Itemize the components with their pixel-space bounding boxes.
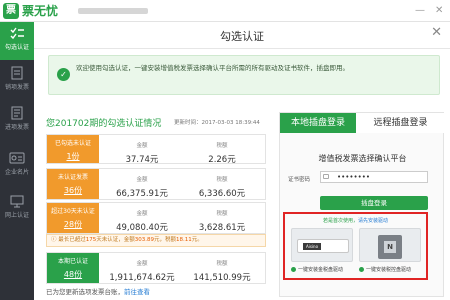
tax-header: 税额 [216,177,228,183]
password-label: 证书密码 [288,177,311,183]
password-input[interactable]: •••••••• [320,171,428,183]
tax-control-device-icon: N [378,235,402,259]
tax-column: 税额 2.26元 [187,135,257,165]
tax-control-disk-card[interactable]: N [359,228,421,262]
amount-column: 金额 49,080.40元 [107,203,177,233]
tab-local-login[interactable]: 本地插盘登录 [280,113,356,133]
business-card-icon [9,152,25,164]
install-driver-link[interactable]: 请先安装驱动 [358,218,388,224]
sidebar-item-label: 企业名片 [4,169,29,176]
invoice-out-icon [11,66,23,80]
sidebar: 勾选认证 销项发票 进项发票 企业名片 网上认证 [0,22,34,300]
welcome-notice: ✓ 欢迎使用勾选认证，一键安装增值税发票选择确认平台所需的所有驱动及证书软件，插… [48,55,440,95]
install-tax-control-driver[interactable]: 一键安装税控盘驱动 [359,266,411,273]
app-logo: 票 [3,3,19,19]
stat-count[interactable]: 36份 [47,186,99,196]
tab-remote-login[interactable]: 远程插盘登录 [356,113,445,133]
view-ledger-link[interactable]: 前往查看 [124,288,150,296]
overdue-warning: ⓘ 最长已超过175天未认证，金额303.89元，税额18.11元。 [46,234,266,247]
blurred-company-name [78,8,148,14]
amount-header: 金额 [136,211,148,217]
online-cert-icon [10,195,24,208]
amount-value: 37.74元 [125,155,159,165]
page-close-button[interactable]: ✕ [431,25,442,40]
summary-title: 您201702期的勾选认证情况 [46,119,162,129]
tax-column: 税额 6,336.60元 [187,169,257,199]
stat-card-checked-uncertified: 已勾选未认证 1份 金额 37.74元 税额 2.26元 [46,134,266,165]
driver-install-box: 若是首次使用，请先安装驱动 Aisino N 一键安装金税盘驱动 一键安装税控盘… [283,212,428,280]
sidebar-item-purchase-invoice[interactable]: 进项发票 [0,102,34,140]
lock-icon [323,174,329,179]
title-bar: 票 票无忧 — ✕ [0,0,450,22]
plugin-login-button[interactable]: 插盘登录 [320,196,428,210]
sidebar-item-label: 网上认证 [4,212,29,219]
stat-count[interactable]: 28份 [47,220,99,230]
amount-column: 金额 37.74元 [107,135,177,165]
sidebar-item-label: 销项发票 [4,84,29,91]
stat-badge[interactable]: 未认证发票 36份 [47,169,99,199]
tax-value: 3,628.61元 [198,223,246,233]
check-circle-icon: ✓ [57,68,70,81]
stat-badge[interactable]: 本期已认证 48份 [47,253,99,283]
stat-label: 未认证发票 [57,174,88,181]
stat-count[interactable]: 48份 [47,270,99,280]
tax-header: 税额 [216,261,228,267]
ledger-update-note: 已为您更新选项发票台账，前往查看 [46,288,150,296]
page-title: 勾选认证 [220,30,264,43]
tax-value: 2.26元 [208,155,236,165]
checklist-icon [10,27,24,40]
stat-card-certified-this-period: 本期已认证 48份 金额 1,911,674.62元 税额 141,510.99… [46,252,266,284]
tax-header: 税额 [216,211,228,217]
stat-badge[interactable]: 超过30天未认证 28份 [47,203,99,233]
tax-value: 6,336.60元 [198,189,246,199]
golden-tax-disk-card[interactable]: Aisino [291,228,353,262]
stat-label: 超过30天未认证 [51,208,95,215]
update-time: 更新时间：2017-03-03 18:39:44 [174,120,260,126]
amount-column: 金额 1,911,674.62元 [107,253,177,283]
sidebar-item-business-card[interactable]: 企业名片 [0,147,34,185]
stat-label: 已勾选未认证 [54,140,91,147]
tax-header: 税额 [216,143,228,149]
app-name: 票无忧 [22,4,59,18]
notice-text: 欢迎使用勾选认证，一键安装增值税发票选择确认平台所需的所有驱动及证书软件，插盘即… [76,64,349,72]
amount-header: 金额 [136,177,148,183]
stat-card-over-30-days: 超过30天未认证 28份 金额 49,080.40元 税额 3,628.61元 [46,202,266,234]
sidebar-item-sales-invoice[interactable]: 销项发票 [0,62,34,100]
amount-header: 金额 [136,261,148,267]
device-logo: N [384,241,396,253]
stat-label: 本期已认证 [57,258,88,265]
amount-value: 1,911,674.62元 [109,273,175,283]
invoice-in-icon [11,106,23,120]
tax-value: 141,510.99元 [193,273,251,283]
stat-badge[interactable]: 已勾选未认证 1份 [47,135,99,163]
minimize-button[interactable]: — [415,3,425,19]
stat-count[interactable]: 1份 [47,152,99,162]
amount-header: 金额 [136,143,148,149]
disk-brand-tag: Aisino [303,243,321,250]
title-divider [34,48,450,49]
tax-column: 税额 141,510.99元 [187,253,257,283]
platform-title: 增值税发票选择确认平台 [318,154,407,163]
sidebar-item-check-certify[interactable]: 勾选认证 [0,22,34,60]
sidebar-item-label: 勾选认证 [4,44,29,51]
stat-card-uncertified: 未认证发票 36份 金额 66,375.91元 税额 6,336.60元 [46,168,266,200]
sidebar-item-online-cert[interactable]: 网上认证 [0,190,34,228]
amount-value: 49,080.40元 [116,223,168,233]
window-close-button[interactable]: ✕ [435,3,443,19]
install-golden-tax-driver[interactable]: 一键安装金税盘驱动 [291,266,343,273]
radio-dot-icon [359,267,364,272]
install-hint: 若是首次使用，请先安装驱动 [322,218,389,224]
usb-disk-icon: Aisino [297,239,349,253]
amount-value: 66,375.91元 [116,189,168,199]
tax-column: 税额 3,628.61元 [187,203,257,233]
radio-dot-icon [291,267,296,272]
sidebar-item-label: 进项发票 [4,124,29,131]
amount-column: 金额 66,375.91元 [107,169,177,199]
